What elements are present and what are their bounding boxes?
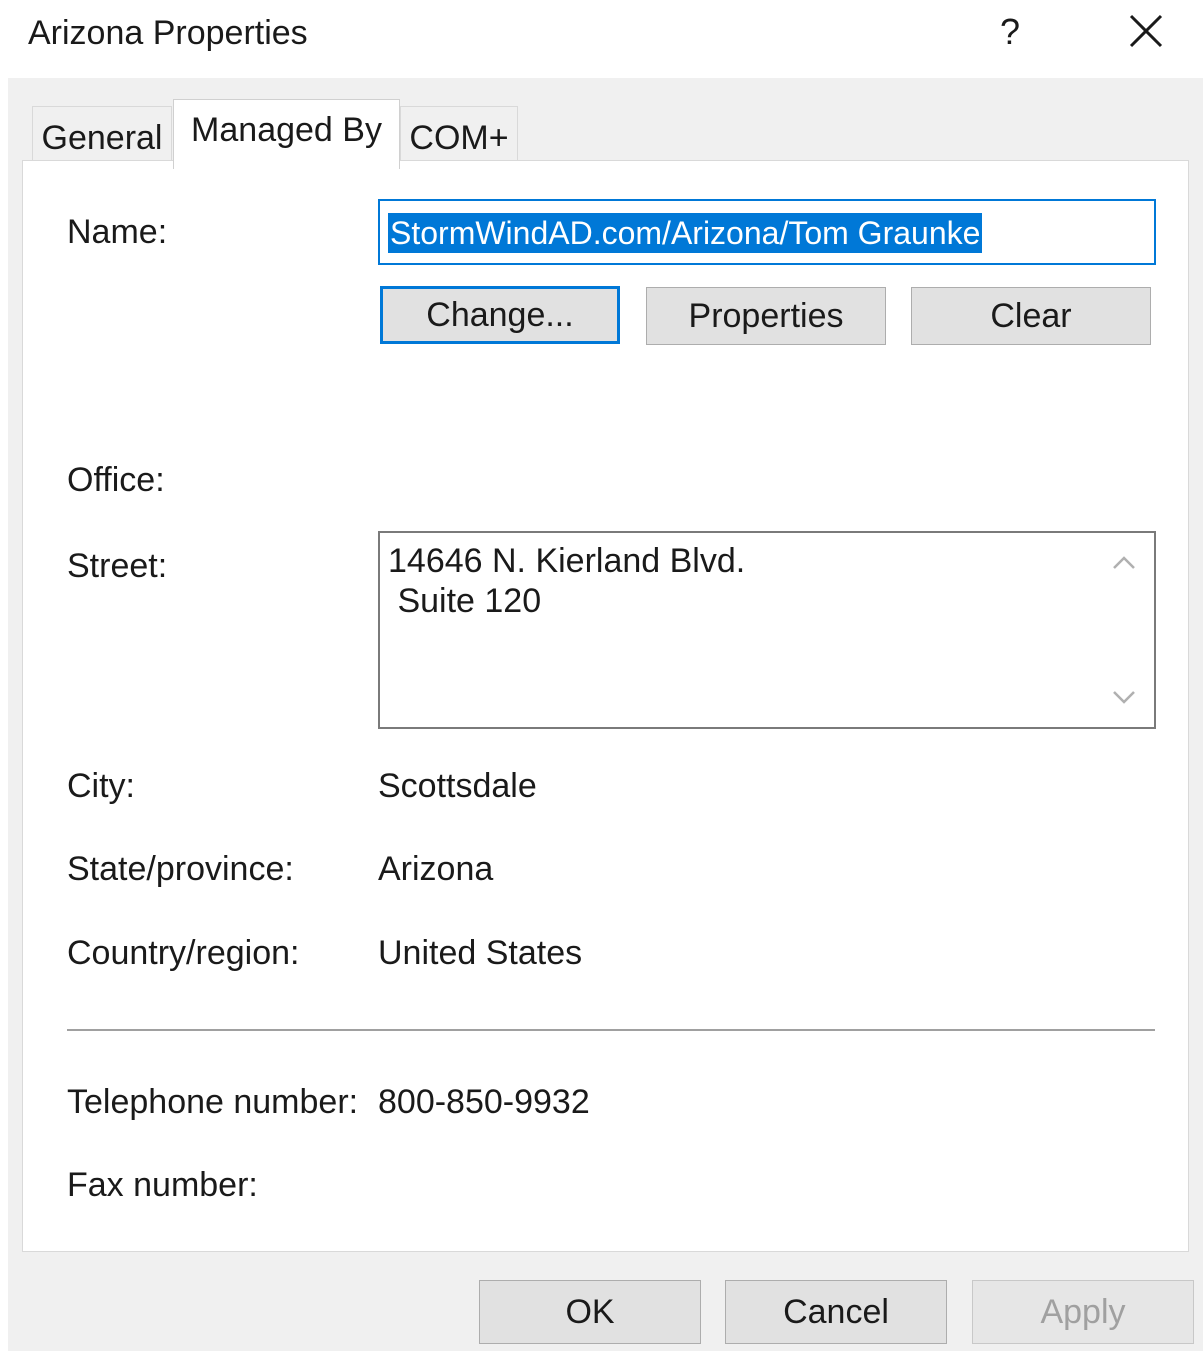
chevron-up-icon xyxy=(1113,556,1135,569)
scroll-up-arrow[interactable] xyxy=(1104,543,1144,583)
telephone-value: 800-850-9932 xyxy=(378,1083,590,1121)
street-label: Street: xyxy=(67,547,168,585)
state-value: Arizona xyxy=(378,850,494,888)
change-button[interactable]: Change... xyxy=(380,286,620,344)
city-value: Scottsdale xyxy=(378,767,537,805)
tab-managed-by[interactable]: Managed By xyxy=(173,99,400,169)
properties-dialog: Arizona Properties ? General Managed By … xyxy=(0,0,1203,1351)
apply-button[interactable]: Apply xyxy=(972,1280,1194,1344)
managed-by-page: Name: StormWindAD.com/Arizona/Tom Graunk… xyxy=(22,160,1189,1252)
name-field-value: StormWindAD.com/Arizona/Tom Graunke xyxy=(388,213,983,253)
scroll-down-arrow[interactable] xyxy=(1104,677,1144,717)
name-label: Name: xyxy=(67,213,168,251)
tab-general[interactable]: General xyxy=(32,106,172,168)
close-icon xyxy=(1129,14,1163,48)
help-button[interactable]: ? xyxy=(988,8,1032,56)
country-value: United States xyxy=(378,934,583,972)
tab-com-plus[interactable]: COM+ xyxy=(400,106,518,168)
title-bar: Arizona Properties ? xyxy=(0,0,1203,78)
window-title: Arizona Properties xyxy=(28,14,308,52)
telephone-label: Telephone number: xyxy=(67,1083,359,1121)
dialog-client: General Managed By COM+ Name: StormWindA… xyxy=(8,78,1203,1351)
street-textarea[interactable]: 14646 N. Kierland Blvd. Suite 120 xyxy=(378,531,1156,729)
country-label: Country/region: xyxy=(67,934,300,972)
cancel-button[interactable]: Cancel xyxy=(725,1280,947,1344)
street-line-1: 14646 N. Kierland Blvd. xyxy=(388,542,746,580)
city-label: City: xyxy=(67,767,135,805)
clear-button[interactable]: Clear xyxy=(911,287,1151,345)
close-button[interactable] xyxy=(1120,8,1172,56)
section-divider xyxy=(67,1029,1155,1031)
fax-label: Fax number: xyxy=(67,1166,258,1204)
state-label: State/province: xyxy=(67,850,294,888)
street-line-2: Suite 120 xyxy=(388,582,542,620)
office-label: Office: xyxy=(67,461,165,499)
ok-button[interactable]: OK xyxy=(479,1280,701,1344)
properties-button[interactable]: Properties xyxy=(646,287,886,345)
name-field[interactable]: StormWindAD.com/Arizona/Tom Graunke xyxy=(378,199,1156,265)
chevron-down-icon xyxy=(1113,691,1135,704)
